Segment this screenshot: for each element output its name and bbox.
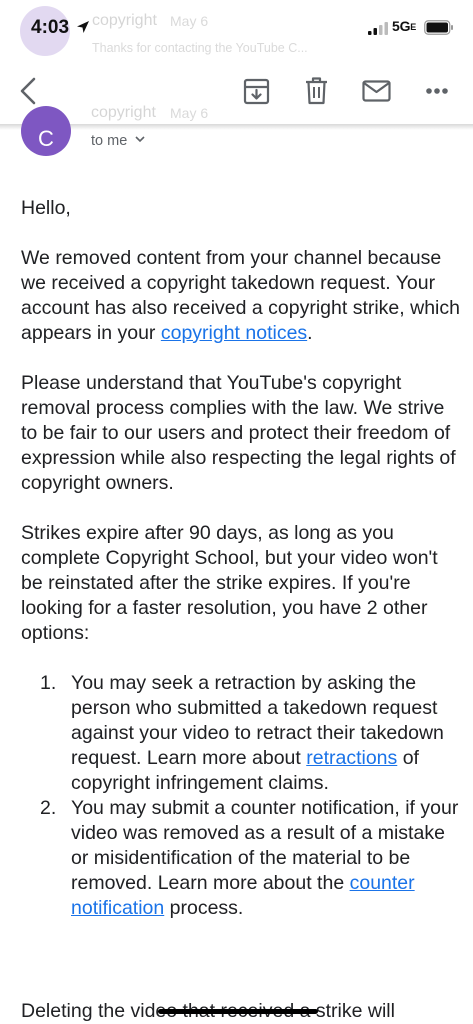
back-button[interactable] — [16, 76, 42, 106]
delete-button[interactable] — [304, 76, 329, 105]
option-item: 1. You may seek a retraction by asking t… — [21, 671, 461, 796]
network-type: 5GE — [392, 18, 416, 34]
option-number: 1. — [40, 672, 57, 694]
email-body: Hello, We removed content from your chan… — [21, 196, 461, 921]
network-sub: E — [410, 22, 417, 32]
paragraph-end: . — [307, 322, 313, 344]
options-list: 1. You may seek a retraction by asking t… — [21, 671, 461, 921]
status-bar: copyright May 6 Thanks for contacting th… — [0, 0, 473, 58]
cellular-signal-icon — [368, 22, 388, 35]
paragraph-removal-notice: We removed content from your channel bec… — [21, 246, 461, 346]
avatar-letter: C — [38, 126, 54, 151]
paragraph-strikes: Strikes expire after 90 days, as long as… — [21, 522, 438, 644]
battery-icon — [424, 20, 453, 35]
paragraph-process: Please understand that YouTube's copyrig… — [21, 372, 456, 494]
location-arrow-icon — [77, 21, 89, 33]
option-number: 2. — [40, 797, 57, 819]
background-notification: copyright May 6 Thanks for contacting th… — [20, 6, 360, 62]
message-date: May 6 — [170, 105, 209, 121]
home-indicator[interactable] — [158, 1009, 318, 1014]
copyright-notices-link[interactable]: copyright notices — [161, 322, 307, 344]
sender-name: copyright — [91, 104, 156, 121]
notification-sender: copyright — [92, 12, 157, 29]
recipient-label: to me — [91, 133, 128, 149]
greeting: Hello, — [21, 197, 71, 219]
status-time: 4:03 — [31, 17, 70, 38]
recipient-details-toggle[interactable]: to me — [91, 133, 145, 149]
mark-unread-button[interactable] — [362, 80, 391, 102]
message-toolbar — [0, 58, 473, 124]
sender-avatar[interactable]: C — [21, 106, 71, 156]
more-options-button[interactable] — [425, 87, 449, 95]
option-item: 2. You may submit a counter notification… — [21, 796, 461, 921]
option-text-end: process. — [164, 897, 244, 919]
archive-button[interactable] — [243, 78, 270, 105]
network-main: 5G — [392, 18, 411, 34]
retractions-link[interactable]: retractions — [306, 747, 397, 769]
notification-date: May 6 — [170, 13, 209, 29]
notification-snippet: Thanks for contacting the YouTube C... — [92, 41, 308, 55]
chevron-down-icon — [135, 136, 145, 143]
